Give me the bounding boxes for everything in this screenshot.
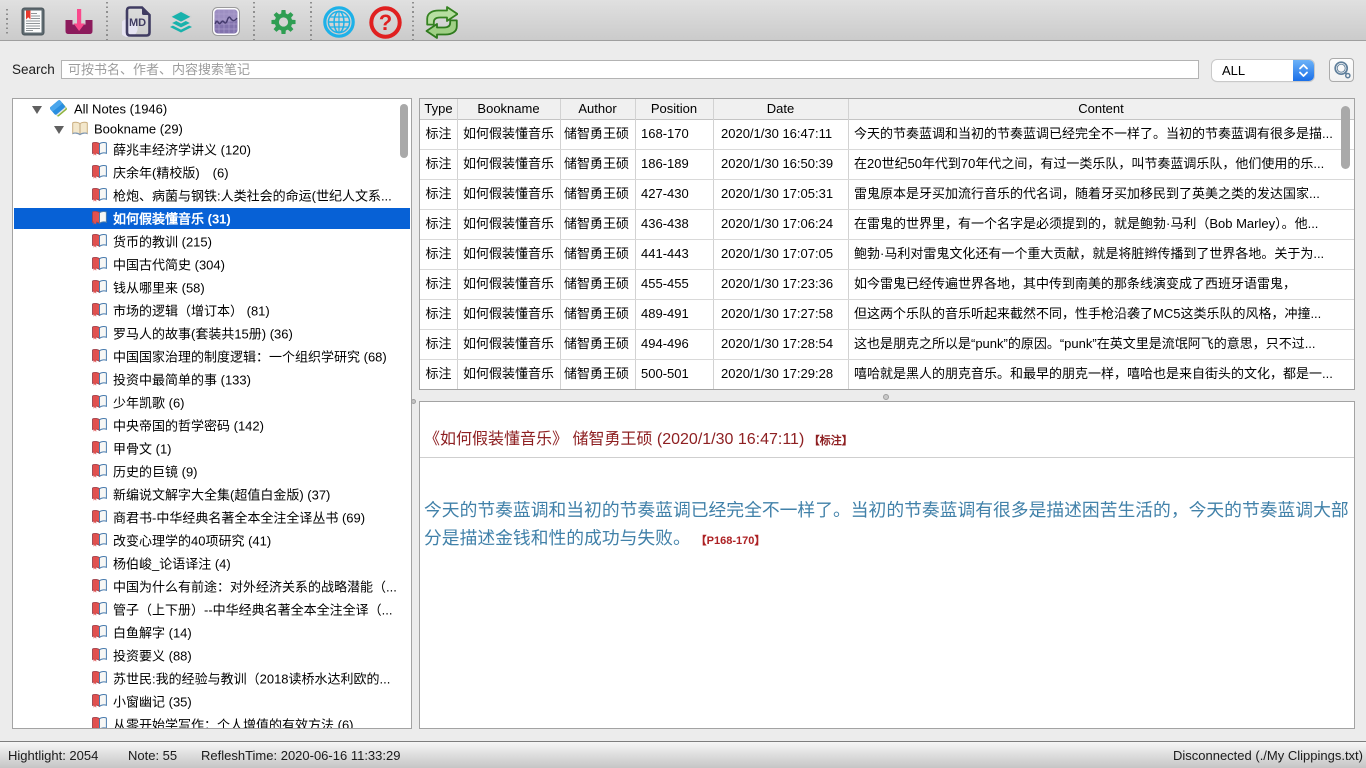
svg-text:MD: MD xyxy=(129,17,146,29)
svg-text:?: ? xyxy=(379,10,392,35)
